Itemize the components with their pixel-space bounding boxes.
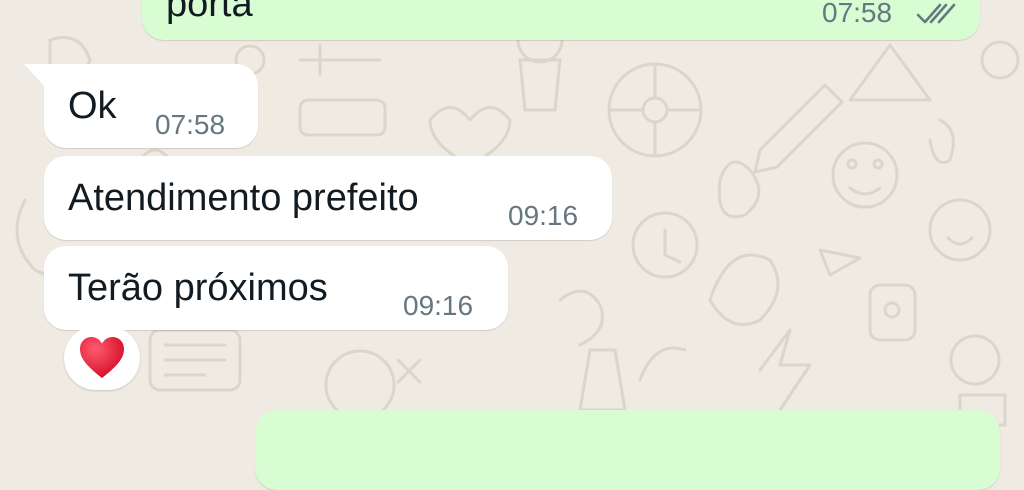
message-text: Ok bbox=[68, 85, 117, 127]
incoming-message-bubble[interactable]: Ok 07:58 bbox=[24, 64, 258, 148]
incoming-message-bubble[interactable]: Terão próximos 09:16 bbox=[44, 246, 508, 330]
heart-icon bbox=[80, 337, 124, 378]
message-text: Terão próximos bbox=[68, 267, 328, 309]
message-timestamp: 07:58 bbox=[822, 0, 893, 28]
outgoing-message-bubble[interactable] bbox=[255, 410, 1000, 490]
message-timestamp: 09:16 bbox=[403, 290, 474, 321]
double-check-icon bbox=[916, 1, 958, 32]
message-timestamp: 07:58 bbox=[155, 109, 226, 140]
message-timestamp: 09:16 bbox=[508, 200, 579, 231]
message-text: porta bbox=[166, 0, 253, 25]
incoming-message-bubble[interactable]: Atendimento prefeito 09:16 bbox=[44, 156, 612, 240]
outgoing-message-bubble[interactable]: porta 07:58 bbox=[142, 0, 980, 40]
message-text: Atendimento prefeito bbox=[68, 177, 419, 219]
bubble-tail-icon bbox=[24, 64, 46, 93]
message-reaction[interactable] bbox=[64, 326, 140, 390]
